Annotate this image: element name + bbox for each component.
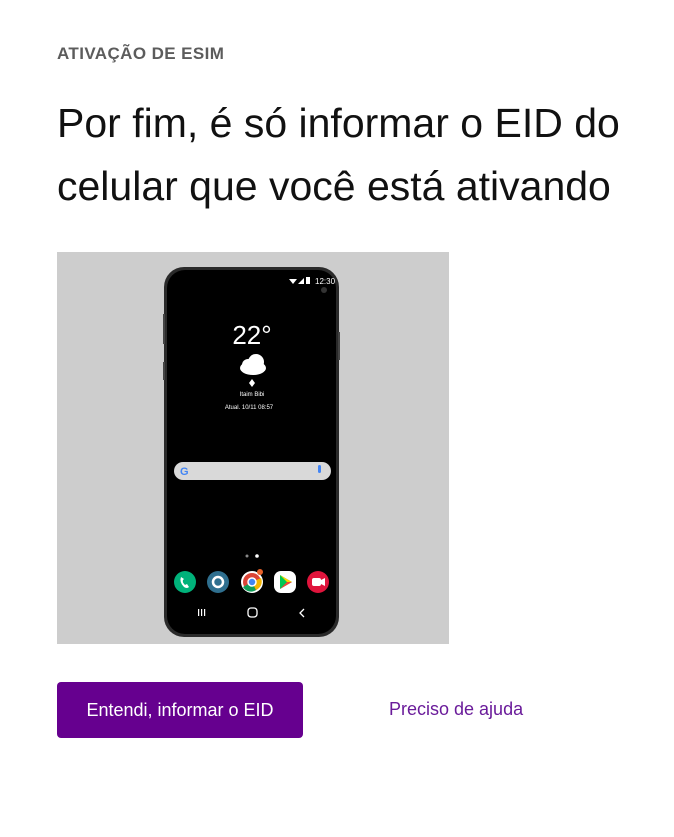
front-camera-icon [321, 287, 327, 293]
help-link[interactable]: Preciso de ajuda [389, 699, 523, 720]
settings-app-icon [207, 571, 229, 593]
confirm-eid-button[interactable]: Entendi, informar o EID [57, 682, 303, 738]
google-g-icon: G [180, 466, 189, 478]
battery-icon [306, 277, 310, 284]
weather-updated: Atual. 10/11 08:57 [225, 405, 274, 411]
status-time: 12:30 [315, 277, 336, 286]
video-app-icon [307, 571, 329, 593]
mic-icon [318, 465, 321, 473]
phone-illustration: 12:30 22° Itaim Bibi Atual. 10/11 08:57 … [57, 252, 449, 644]
eyebrow-label: ATIVAÇÃO DE ESIM [57, 44, 225, 63]
recents-icon [198, 609, 206, 616]
search-bar: G [174, 462, 331, 480]
page-dot [245, 554, 249, 558]
page-dot-active [255, 554, 259, 558]
page-title: Por fim, é só informar o EID do celular … [57, 100, 620, 209]
phone-app-icon [174, 571, 196, 593]
play-store-app-icon [274, 571, 296, 593]
weather-temperature: 22° [232, 320, 271, 350]
weather-location: Itaim Bibi [240, 392, 265, 398]
